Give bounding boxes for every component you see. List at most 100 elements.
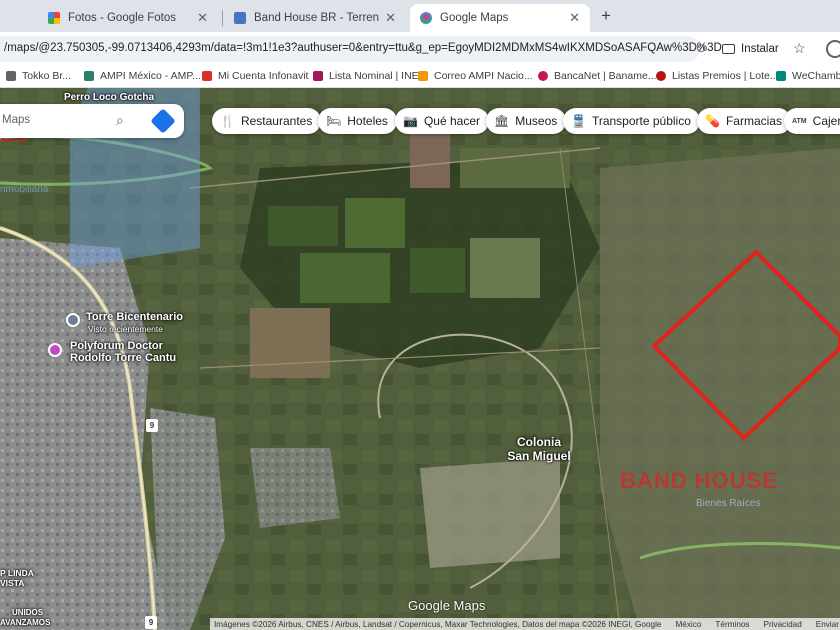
- tab-band-house[interactable]: Band House BR - Terreno en Ve ✕: [224, 4, 406, 32]
- footer-link-comentarios[interactable]: Enviar comentarios: [816, 620, 840, 629]
- tab-title: Fotos - Google Fotos: [68, 12, 177, 24]
- browser-toolbar: /maps/@23.750305,-99.0713406,4293m/data=…: [0, 32, 840, 66]
- tokko-icon: [6, 71, 16, 81]
- place-label-san-miguel[interactable]: San Miguel: [500, 449, 578, 463]
- install-app-button[interactable]: Instalar: [722, 39, 779, 59]
- place-label-colonia[interactable]: Colonia: [512, 435, 566, 449]
- chip-label: Museos: [515, 114, 558, 128]
- place-label-vista: VISTA: [0, 578, 25, 588]
- chip-transporte-publico[interactable]: 🚆 Transporte público: [563, 108, 700, 134]
- loteria-icon: [656, 71, 666, 81]
- close-tab-icon[interactable]: ✕: [569, 10, 580, 26]
- chip-restaurantes[interactable]: 🍴 Restaurantes: [212, 108, 322, 134]
- route-shield-icon: 9: [146, 419, 158, 432]
- chip-label: Transporte público: [591, 114, 691, 128]
- transit-icon: 🚆: [571, 114, 586, 128]
- bookmark-label: Tokko Br...: [22, 70, 72, 82]
- bookmark-star-icon[interactable]: ☆: [793, 40, 806, 57]
- maps-search-box[interactable]: Maps ⌕: [0, 104, 184, 138]
- place-label-polyforum[interactable]: Polyforum Doctor: [70, 340, 163, 352]
- search-icon[interactable]: ⌕: [116, 112, 124, 129]
- tab-google-maps[interactable]: Google Maps ✕: [410, 4, 590, 32]
- search-input[interactable]: Maps: [2, 114, 30, 126]
- bookmark-item[interactable]: AMPI México - AMP...: [84, 70, 201, 82]
- place-label-linda: P LINDA: [0, 568, 34, 578]
- tab-google-photos[interactable]: Fotos - Google Fotos ✕: [38, 4, 218, 32]
- close-tab-icon[interactable]: ✕: [197, 10, 208, 26]
- recently-viewed-label: Visto recientemente: [88, 324, 163, 334]
- hotel-icon: 🛏: [326, 114, 342, 128]
- correo-icon: [418, 71, 428, 81]
- wechamber-icon: [776, 71, 786, 81]
- bookmarks-bar: Tokko Br... AMPI México - AMP... Mi Cuen…: [0, 66, 840, 88]
- chip-label: Qué hacer: [423, 114, 480, 128]
- place-label-polyforum-2[interactable]: Rodolfo Torre Cantu: [70, 352, 176, 364]
- chip-museos[interactable]: 🏛 Museos: [486, 108, 567, 134]
- attribution-text: Imágenes ©2026 Airbus, CNES / Airbus, La…: [214, 619, 662, 629]
- banamex-icon: [538, 71, 548, 81]
- google-photos-icon: [48, 12, 60, 24]
- chip-farmacias[interactable]: 💊 Farmacias: [697, 108, 791, 134]
- bookmark-label: WeChamber: [792, 70, 840, 82]
- chip-label: Farmacias: [725, 114, 782, 128]
- atm-icon: ATM: [792, 117, 807, 125]
- footer-link-terminos[interactable]: Términos: [715, 620, 749, 629]
- watermark-subtext: Bienes Raíces: [696, 498, 761, 509]
- museum-icon: 🏛: [494, 114, 510, 128]
- install-label: Instalar: [741, 43, 779, 55]
- landmark-pin-icon[interactable]: [66, 313, 80, 327]
- new-tab-icon[interactable]: +: [596, 6, 616, 26]
- chip-cajero[interactable]: ATM Cajero: [784, 108, 840, 134]
- tab-title: Google Maps: [440, 12, 509, 24]
- directions-icon[interactable]: [150, 108, 176, 134]
- bookmark-item[interactable]: Tokko Br...: [6, 70, 71, 82]
- chip-que-hacer[interactable]: 📷 Qué hacer: [395, 108, 489, 134]
- bookmark-item[interactable]: Lista Nominal | INE: [313, 70, 419, 82]
- place-label-perro-loco[interactable]: Perro Loco Gotcha: [64, 92, 154, 103]
- install-icon: [722, 44, 735, 54]
- chip-label: Restaurantes: [240, 114, 313, 128]
- bookmark-item[interactable]: Mi Cuenta Infonavit: [202, 70, 308, 82]
- footer-link-mexico[interactable]: México: [675, 620, 701, 629]
- place-label-unidos: UNIDOS: [12, 608, 44, 617]
- browser-tab-strip: Fotos - Google Fotos ✕ Band House BR - T…: [0, 0, 840, 32]
- tracking-protection-icon[interactable]: ⊘: [696, 41, 706, 55]
- bookmark-item[interactable]: Listas Premios | Lote...: [656, 70, 779, 82]
- bookmark-item[interactable]: WeChamber: [776, 70, 840, 82]
- google-maps-icon: [420, 12, 432, 24]
- camera-icon: 📷: [403, 114, 418, 128]
- address-bar[interactable]: /maps/@23.750305,-99.0713406,4293m/data=…: [0, 36, 722, 62]
- tab-title: Band House BR - Terreno en Ve: [254, 12, 380, 24]
- infonavit-icon: [202, 71, 212, 81]
- profile-avatar[interactable]: [826, 40, 840, 58]
- band-house-icon: [234, 12, 246, 24]
- ine-icon: [313, 71, 323, 81]
- place-label-avanzamos: AVANZAMOS: [0, 618, 51, 627]
- bookmark-label: Mi Cuenta Infonavit: [218, 70, 309, 82]
- ampi-icon: [84, 71, 94, 81]
- satellite-map[interactable]: ES nmobiliaria BAND HOUSE Bienes Raíces …: [0, 88, 840, 630]
- bookmark-label: AMPI México - AMP...: [100, 70, 201, 82]
- place-label-torre-bicentenario[interactable]: Torre Bicentenario: [86, 311, 183, 323]
- chip-label: Hoteles: [347, 114, 388, 128]
- bookmark-label: BancaNet | Baname...: [554, 70, 657, 82]
- route-shield-icon: 9: [145, 616, 157, 629]
- footer-link-privacidad[interactable]: Privacidad: [764, 620, 802, 629]
- band-house-watermark: BAND HOUSE: [620, 468, 778, 493]
- close-tab-icon[interactable]: ✕: [385, 10, 396, 26]
- bookmark-item[interactable]: BancaNet | Baname...: [538, 70, 657, 82]
- venue-pin-icon[interactable]: [48, 343, 62, 357]
- bookmark-label: Listas Premios | Lote...: [672, 70, 779, 82]
- google-maps-logo: Google Maps: [408, 598, 486, 613]
- bookmark-label: Correo AMPI Nacio...: [434, 70, 533, 82]
- bookmark-item[interactable]: Correo AMPI Nacio...: [418, 70, 533, 82]
- bookmark-label: Lista Nominal | INE: [329, 70, 419, 82]
- chip-hoteles[interactable]: 🛏 Hoteles: [318, 108, 397, 134]
- url-text[interactable]: /maps/@23.750305,-99.0713406,4293m/data=…: [4, 42, 722, 54]
- restaurant-icon: 🍴: [220, 114, 235, 128]
- map-attribution-bar: Imágenes ©2026 Airbus, CNES / Airbus, La…: [210, 618, 840, 630]
- tab-separator: [222, 10, 223, 26]
- chip-label: Cajero: [812, 114, 840, 128]
- pharmacy-icon: 💊: [705, 114, 720, 128]
- watermark-subtext: nmobiliaria: [0, 184, 49, 195]
